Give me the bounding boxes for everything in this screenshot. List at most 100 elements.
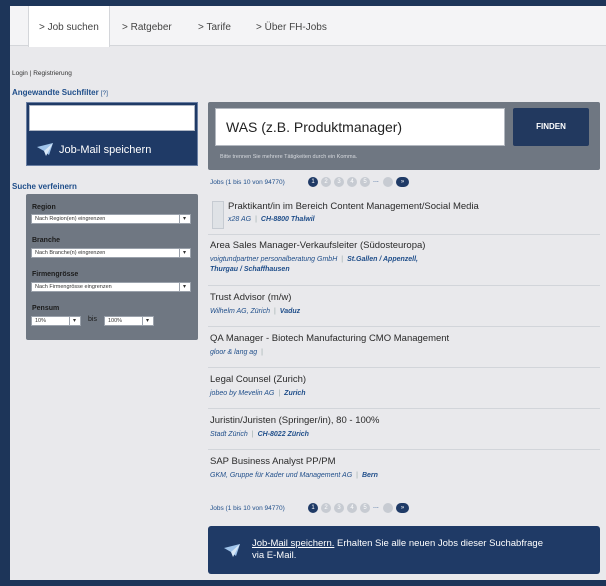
search-hint: Bitte trennen Sie mehrere Tätigkeiten du…: [220, 154, 358, 160]
register-link[interactable]: Registrierung: [33, 70, 72, 77]
job-company: gloor & lang ag: [210, 349, 258, 356]
branche-label: Branche: [32, 237, 61, 244]
branche-select[interactable]: Nach Branche(n) eingrenzen ▾: [31, 248, 191, 258]
mail-icon: [224, 544, 240, 557]
page-2[interactable]: 2: [321, 503, 331, 513]
save-jobmail-button[interactable]: Job-Mail speichern: [27, 133, 197, 165]
job-item[interactable]: SAP Business Analyst PP/PM GKM, Gruppe f…: [208, 451, 600, 497]
job-title[interactable]: SAP Business Analyst PP/PM: [210, 456, 336, 467]
pensum-label: Pensum: [32, 305, 60, 312]
search-button[interactable]: FINDEN: [513, 108, 589, 146]
top-navigation: > Job suchen > Ratgeber > Tarife > Über …: [10, 6, 606, 47]
page-ellipsis: ...: [373, 503, 379, 510]
job-meta: Stadt Zürich | CH-8022 Zürich: [210, 431, 309, 438]
jobmail-box: Job-Mail speichern: [26, 102, 198, 166]
next-page-button[interactable]: »: [396, 503, 409, 513]
chevron-down-icon: ▾: [142, 317, 152, 325]
job-item[interactable]: Legal Counsel (Zurich) jobeo by Mevelin …: [208, 369, 600, 409]
job-company: Stadt Zürich: [210, 431, 248, 438]
jobmail-cta: Job-Mail speichern. Erhalten Sie alle ne…: [208, 526, 600, 574]
page-3[interactable]: 3: [334, 503, 344, 513]
applied-filters-field: [29, 105, 195, 131]
job-company: Wilhelm AG, Zürich: [210, 308, 270, 315]
tab-ueber-fh-jobs[interactable]: > Über FH-Jobs: [256, 6, 327, 46]
login-link[interactable]: Login: [12, 70, 28, 77]
page-1[interactable]: 1: [308, 503, 318, 513]
job-meta: GKM, Gruppe für Kader und Management AG |…: [210, 472, 378, 479]
job-item[interactable]: Trust Advisor (m/w) Wilhelm AG, Zürich | V…: [208, 287, 600, 327]
page-2[interactable]: 2: [321, 177, 331, 187]
results-count: Jobs (1 bis 10 von 94770): [210, 179, 285, 186]
filters-help-link[interactable]: [?]: [101, 90, 108, 97]
job-location: CH-8800 Thalwil: [260, 216, 315, 223]
job-location: St.Gallen / Appenzell,: [347, 256, 418, 263]
refine-search-title: Suche verfeinern: [12, 182, 77, 191]
job-company: voigtundpartner personalberatung GmbH: [210, 256, 338, 263]
job-meta: Wilhelm AG, Zürich | Vaduz: [210, 308, 301, 315]
job-location: Vaduz: [279, 308, 301, 315]
job-item[interactable]: Area Sales Manager-Verkaufsleiter (Südos…: [208, 236, 600, 286]
job-item[interactable]: QA Manager - Biotech Manufacturing CMO M…: [208, 328, 600, 368]
tab-ratgeber[interactable]: > Ratgeber: [122, 6, 172, 46]
jobmail-cta-message: Job-Mail speichern. Erhalten Sie alle ne…: [252, 538, 552, 562]
save-jobmail-label: Job-Mail speichern: [59, 144, 152, 156]
pensum-from-select[interactable]: 10% ▾: [31, 316, 81, 326]
job-title[interactable]: Legal Counsel (Zurich): [210, 374, 306, 385]
job-item[interactable]: Juristin/Juristen (Springer/in), 80 - 10…: [208, 410, 600, 450]
company-size-select[interactable]: Nach Firmengrösse eingrenzen ▾: [31, 282, 191, 292]
job-results-list: Praktikant/in im Bereich Content Managem…: [208, 199, 600, 499]
job-meta: jobeo by Mevelin AG | Zurich: [210, 390, 306, 397]
job-location: Bern: [361, 472, 378, 479]
job-meta: voigtundpartner personalberatung GmbH | St…: [210, 256, 418, 263]
chevron-down-icon: ▾: [179, 215, 189, 223]
chevron-down-icon: ▾: [179, 249, 189, 257]
results-count: Jobs (1 bis 10 von 94770): [210, 505, 285, 512]
region-value: Nach Region(en) eingrenzen: [35, 216, 106, 222]
save-jobmail-link[interactable]: Job-Mail speichern.: [252, 538, 334, 549]
job-company: x28 AG: [228, 216, 252, 223]
company-size-label: Firmengrösse: [32, 271, 79, 278]
job-location-continued: Thurgau / Schaffhausen: [210, 266, 290, 273]
job-meta: x28 AG | CH-8800 Thalwil: [228, 216, 315, 223]
pensum-bis-label: bis: [88, 316, 97, 323]
page-4[interactable]: 4: [347, 503, 357, 513]
page-last[interactable]: [383, 177, 393, 187]
job-title[interactable]: Juristin/Juristen (Springer/in), 80 - 10…: [210, 415, 380, 426]
applied-filters-title: Angewandte Suchfilter [?]: [12, 88, 108, 97]
page-1[interactable]: 1: [308, 177, 318, 187]
page-5[interactable]: 5: [360, 503, 370, 513]
pagination-bottom: Jobs (1 bis 10 von 94770) 1 2 3 4 5 ... …: [210, 503, 450, 515]
next-page-button[interactable]: »: [396, 177, 409, 187]
account-links: Login | Registrierung: [12, 70, 72, 77]
page-last[interactable]: [383, 503, 393, 513]
refine-panel: Region Nach Region(en) eingrenzen ▾ Branc…: [26, 194, 198, 340]
chevron-down-icon: ▾: [179, 283, 189, 291]
job-title[interactable]: Praktikant/in im Bereich Content Managem…: [228, 201, 479, 212]
search-input[interactable]: WAS (z.B. Produktmanager): [215, 108, 505, 146]
job-location: Zurich: [284, 390, 306, 397]
pensum-to-value: 100%: [108, 318, 123, 324]
job-item[interactable]: Praktikant/in im Bereich Content Managem…: [208, 199, 600, 235]
region-label: Region: [32, 204, 56, 211]
applied-filters-label: Angewandte Suchfilter: [12, 88, 99, 97]
tab-tarife[interactable]: > Tarife: [198, 6, 231, 46]
region-select[interactable]: Nach Region(en) eingrenzen ▾: [31, 214, 191, 224]
job-title[interactable]: Area Sales Manager-Verkaufsleiter (Südos…: [210, 240, 425, 251]
tab-job-suchen[interactable]: > Job suchen: [28, 6, 110, 47]
mail-icon: [37, 143, 53, 156]
page-5[interactable]: 5: [360, 177, 370, 187]
chevron-down-icon: ▾: [69, 317, 79, 325]
page-4[interactable]: 4: [347, 177, 357, 187]
page-3[interactable]: 3: [334, 177, 344, 187]
page-frame: > Job suchen > Ratgeber > Tarife > Über …: [10, 6, 606, 580]
job-meta: gloor & lang ag |: [210, 349, 263, 356]
page-ellipsis: ...: [373, 177, 379, 184]
job-title[interactable]: QA Manager - Biotech Manufacturing CMO M…: [210, 333, 449, 344]
job-title[interactable]: Trust Advisor (m/w): [210, 292, 291, 303]
pensum-from-value: 10%: [35, 318, 47, 324]
job-location: CH-8022 Zürich: [257, 431, 309, 438]
branche-value: Nach Branche(n) eingrenzen: [35, 250, 106, 256]
pensum-to-select[interactable]: 100% ▾: [104, 316, 154, 326]
company-logo: [212, 201, 224, 229]
search-panel: WAS (z.B. Produktmanager) FINDEN Bitte t…: [208, 102, 600, 170]
